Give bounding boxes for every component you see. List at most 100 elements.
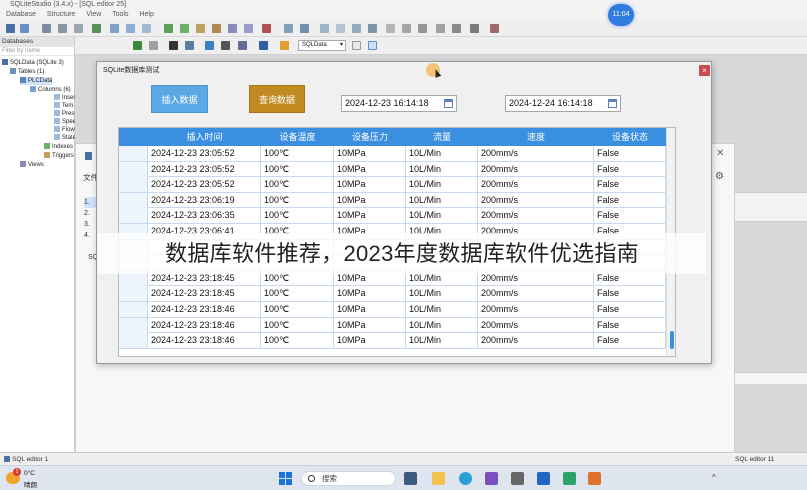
table-row[interactable]: 2024-12-23 23:18:46 100℃ 10MPa 10L/Min 200mm… xyxy=(119,317,666,334)
remove-db-icon[interactable] xyxy=(74,24,83,33)
table-cell[interactable]: 10MPa xyxy=(334,146,406,161)
tree-item-column[interactable]: Tem xyxy=(54,102,73,110)
table-cell[interactable]: 10MPa xyxy=(334,286,406,302)
open-file-icon[interactable] xyxy=(300,24,309,33)
extensions-icon[interactable] xyxy=(452,24,461,33)
tab-sql-editor-1[interactable]: SQL editor 1 xyxy=(12,455,48,464)
table-cell[interactable]: 100℃ xyxy=(261,177,334,193)
table-row[interactable]: 2024-12-23 23:05:52 100℃ 10MPa 10L/Min 200mm… xyxy=(119,177,666,193)
row-header[interactable] xyxy=(119,208,148,224)
tree-item-views[interactable]: Views xyxy=(20,161,44,169)
end-date-picker[interactable]: 2024-12-24 16:14:18 xyxy=(505,95,621,112)
tree-item-tables[interactable]: Tables (1) xyxy=(10,68,44,76)
column-header[interactable]: 插入时间 xyxy=(148,128,261,146)
table-cell[interactable]: 10L/Min xyxy=(406,208,478,224)
table-cell[interactable]: 100℃ xyxy=(261,317,334,333)
table-cell[interactable]: 100℃ xyxy=(261,302,334,317)
taskbar-search[interactable]: 搜索 xyxy=(301,471,396,486)
table-cell[interactable]: 10L/Min xyxy=(406,286,478,302)
tree-item-column[interactable]: Flow xyxy=(54,126,75,134)
tree-item-columns[interactable]: Columns (6) xyxy=(30,86,71,94)
table-cell[interactable]: 10MPa xyxy=(334,192,406,208)
edit-db-icon[interactable] xyxy=(58,24,67,33)
table-row[interactable]: 2024-12-23 23:06:35 100℃ 10MPa 10L/Min 200mm… xyxy=(119,208,666,224)
table-cell[interactable]: 200mm/s xyxy=(478,286,594,302)
table-cell[interactable]: 200mm/s xyxy=(478,192,594,208)
tab-sql-editor-11[interactable]: SQL editor 11 xyxy=(735,455,774,464)
close-icon[interactable]: ✕ xyxy=(716,148,724,159)
table-cell[interactable]: 10L/Min xyxy=(406,302,478,317)
table-cell[interactable]: 10L/Min xyxy=(406,192,478,208)
save-sql-icon[interactable] xyxy=(259,41,268,50)
calendar-icon[interactable] xyxy=(608,99,617,108)
table-cell[interactable]: 10MPa xyxy=(334,302,406,317)
edge-icon[interactable] xyxy=(459,472,472,485)
column-header[interactable]: 流量 xyxy=(406,128,478,146)
table-cell[interactable]: 10MPa xyxy=(334,333,406,349)
edit-table-icon[interactable] xyxy=(126,24,135,33)
table-cell[interactable]: 200mm/s xyxy=(478,177,594,193)
add-table-icon[interactable] xyxy=(110,24,119,33)
table-cell[interactable]: 200mm/s xyxy=(478,302,594,317)
databases-filter-input[interactable]: Filter by name xyxy=(0,47,74,56)
clear-history-icon[interactable] xyxy=(185,41,194,50)
row-header[interactable] xyxy=(119,286,148,302)
table-cell[interactable]: 10MPa xyxy=(334,161,406,177)
refresh-icon[interactable] xyxy=(92,24,101,33)
table-cell[interactable]: 10MPa xyxy=(334,177,406,193)
window-cascade-icon[interactable] xyxy=(336,24,345,33)
scrollbar-thumb[interactable] xyxy=(670,331,674,349)
row-header[interactable] xyxy=(119,302,148,317)
user-icon[interactable] xyxy=(470,24,479,33)
disconnect-icon[interactable] xyxy=(20,24,29,33)
widgets-icon[interactable] xyxy=(404,472,417,485)
table-cell[interactable]: False xyxy=(594,302,666,317)
export-results-icon[interactable] xyxy=(205,41,214,50)
results-tab-icon[interactable] xyxy=(368,41,377,50)
table-cell[interactable]: 10L/Min xyxy=(406,177,478,193)
explain-query-icon[interactable] xyxy=(149,41,158,50)
vscode-icon[interactable] xyxy=(537,472,550,485)
start-date-picker[interactable]: 2024-12-23 16:14:18 xyxy=(341,95,457,112)
delete-view-icon[interactable] xyxy=(262,24,271,33)
table-cell[interactable]: 200mm/s xyxy=(478,146,594,161)
column-header[interactable]: 设备温度 xyxy=(261,128,334,146)
connect-icon[interactable] xyxy=(6,24,15,33)
sql-editor-icon[interactable] xyxy=(284,24,293,33)
table-cell[interactable]: False xyxy=(594,333,666,349)
tree-item-indexes[interactable]: Indexes xyxy=(44,143,73,151)
tree-item-plcdata[interactable]: PLCData xyxy=(20,77,53,85)
open-sql-file-icon[interactable] xyxy=(280,41,289,50)
table-cell[interactable]: False xyxy=(594,286,666,302)
edit-view-icon[interactable] xyxy=(244,24,253,33)
table-row[interactable]: 2024-12-23 23:06:19 100℃ 10MPa 10L/Min 200mm… xyxy=(119,192,666,209)
column-header[interactable]: 设备压力 xyxy=(334,128,406,146)
table-cell[interactable]: 10MPa xyxy=(334,208,406,224)
table-cell[interactable]: 200mm/s xyxy=(478,208,594,224)
table-cell[interactable]: False xyxy=(594,146,666,161)
table-cell[interactable]: 200mm/s xyxy=(478,317,594,333)
populate-icon[interactable] xyxy=(418,24,427,33)
chevron-up-icon[interactable]: ^ xyxy=(712,473,716,482)
table-row[interactable]: 2024-12-23 23:18:46 100℃ 10MPa 10L/Min 200mm… xyxy=(119,333,666,349)
import-icon[interactable] xyxy=(386,24,395,33)
table-row[interactable]: 2024-12-23 23:18:45 100℃ 10MPa 10L/Min 200mm… xyxy=(119,286,666,302)
bugs-icon[interactable] xyxy=(490,24,499,33)
menu-view[interactable]: View xyxy=(86,11,101,18)
table-cell[interactable]: 10L/Min xyxy=(406,333,478,349)
table-cell[interactable]: 2024-12-23 23:18:46 xyxy=(148,333,261,349)
table-cell[interactable]: 2024-12-23 23:18:46 xyxy=(148,302,261,317)
row-header[interactable] xyxy=(119,333,148,349)
table-cell[interactable]: 2024-12-23 23:05:52 xyxy=(148,161,261,177)
add-db-icon[interactable] xyxy=(42,24,51,33)
menu-database[interactable]: Database xyxy=(6,11,36,18)
table-cell[interactable]: False xyxy=(594,177,666,193)
table-cell[interactable]: False xyxy=(594,161,666,177)
create-view-icon[interactable] xyxy=(221,41,230,50)
load-sql-icon[interactable] xyxy=(238,41,247,50)
tree-item-database[interactable]: SQLData (SQLite 3) xyxy=(2,59,64,67)
column-header[interactable]: 设备状态 xyxy=(594,128,666,146)
table-row[interactable]: 2024-12-23 23:05:52 100℃ 10MPa 10L/Min 200mm… xyxy=(119,146,666,162)
row-header[interactable] xyxy=(119,192,148,208)
table-cell[interactable]: 100℃ xyxy=(261,161,334,177)
